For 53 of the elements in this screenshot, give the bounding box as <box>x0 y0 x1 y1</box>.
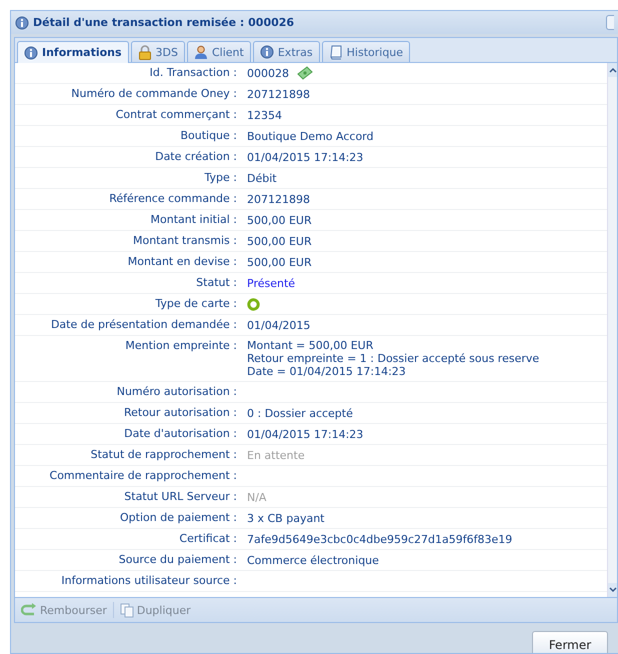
field-value: 01/04/2015 17:14:23 <box>247 150 364 164</box>
field-label: Numéro de commande Oney : <box>70 87 237 101</box>
field-label: Option de paiement : <box>119 511 237 525</box>
field-value: N/A <box>247 490 266 504</box>
field-value: Retour empreinte = 1 : Dossier accepté sous reserve <box>247 352 540 365</box>
tab[interactable]: Extras <box>252 41 320 62</box>
field-label: Boutique : <box>179 129 237 143</box>
field-value: Débit <box>247 172 277 184</box>
field-label: Mention empreinte : <box>124 339 237 354</box>
field-value: 7afe9d5649e3cbc0c4dbe959c27d1a59f6f83e19 <box>247 532 512 546</box>
field-label: Certificat : <box>178 532 237 546</box>
field-label: Retour autorisation : <box>122 406 237 420</box>
field-label: Informations utilisateur source : <box>60 574 237 588</box>
field-value: 000028 <box>247 66 289 80</box>
field-label: Montant transmis : <box>132 234 237 248</box>
field-value: 207121898 <box>247 192 310 206</box>
field-value: 0 : Dossier accepté <box>247 406 353 420</box>
field-value: 12354 <box>247 108 282 122</box>
field-value: 500,00 EUR <box>247 256 312 268</box>
field-value: 207121898 <box>247 88 310 100</box>
field-label: Référence commande : <box>108 192 237 206</box>
field-value: Présenté <box>247 276 296 290</box>
field-label: Contrat commerçant : <box>114 108 237 122</box>
field-value: 3 x CB payant <box>247 512 324 524</box>
field-value: 500,00 EUR <box>247 214 312 226</box>
field-label: Date création : <box>154 150 237 164</box>
field-label: Commentaire de rapprochement : <box>48 469 237 483</box>
field-value: Commerce électronique <box>247 554 379 566</box>
field-label: Statut de rapprochement : <box>90 448 237 462</box>
field-value: En attente <box>247 448 305 462</box>
field-value: 01/04/2015 17:14:23 <box>247 428 364 440</box>
field-label: Date de présentation demandée : <box>50 318 237 332</box>
field-value: Boutique Demo Accord <box>247 130 374 142</box>
field-label: Id. Transaction : <box>148 66 237 80</box>
tab[interactable]: Informations <box>17 41 129 63</box>
field-label: Numéro autorisation : <box>116 385 237 399</box>
field-value: Montant = 500,00 EUR <box>247 339 374 352</box>
field-label: Statut : <box>195 276 237 290</box>
tab[interactable]: 3DS <box>130 41 185 62</box>
field-label: Montant initial : <box>150 213 237 227</box>
field-value: 500,00 EUR <box>247 234 312 248</box>
tab[interactable]: Historique <box>322 41 410 62</box>
tab[interactable]: Client <box>187 41 251 62</box>
close-dialog-button[interactable]: Fermer <box>532 631 608 653</box>
field-label: Source du paiement : <box>118 553 237 567</box>
field-label: Montant en devise : <box>126 255 237 269</box>
field-label: Statut URL Serveur : <box>123 490 237 504</box>
field-value: 01/04/2015 <box>247 318 310 332</box>
field-label: Date d'autorisation : <box>123 427 237 441</box>
field-label: Type de carte : <box>154 297 237 311</box>
field-value: Date = 01/04/2015 17:14:23 <box>247 365 407 378</box>
window-title: Détail d'une transaction remisée : 000026 <box>33 16 296 29</box>
field-label: Type : <box>204 171 237 185</box>
